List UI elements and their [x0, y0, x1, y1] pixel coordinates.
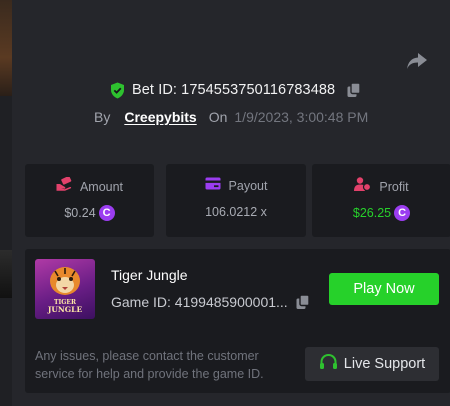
amount-value: $0.24 [64, 206, 96, 220]
live-support-button[interactable]: Live Support [305, 347, 439, 381]
game-card: TIGER JUNGLE Tiger Jungle Game ID: 41994… [25, 249, 450, 393]
play-now-button[interactable]: Play Now [329, 273, 439, 305]
copy-bet-id-icon[interactable] [346, 82, 362, 98]
bet-stats: Amount $0.24 C Payout 106.0212 x Profit … [25, 164, 450, 237]
background-image [0, 250, 12, 298]
user-coin-icon [354, 177, 372, 196]
headset-icon [319, 353, 338, 375]
stat-amount: Amount $0.24 C [25, 164, 154, 237]
verified-shield-icon [110, 82, 125, 99]
game-thumbnail[interactable]: TIGER JUNGLE [35, 259, 95, 319]
stat-payout: Payout 106.0212 x [166, 164, 306, 237]
username-link[interactable]: Creepybits [124, 109, 196, 125]
on-label: On [208, 109, 228, 125]
game-title[interactable]: Tiger Jungle [111, 267, 188, 283]
stat-label: Payout [228, 179, 268, 193]
game-id-row: Game ID: 4199485900001... [111, 294, 311, 310]
share-icon[interactable] [405, 50, 429, 72]
card-icon [205, 177, 221, 195]
bet-id-row: Bet ID: 1754553750116783488 [110, 80, 362, 100]
coin-icon: C [98, 205, 115, 221]
bet-id: Bet ID: 1754553750116783488 [132, 82, 336, 98]
stat-profit: Profit $26.25 C [312, 164, 450, 237]
support-note: Any issues, please contact the customer … [35, 349, 264, 381]
stat-label: Profit [379, 179, 409, 194]
background-page [0, 0, 12, 406]
wallet-hand-icon [56, 176, 72, 196]
profit-value: $26.25 [352, 206, 392, 220]
by-label: By [94, 109, 111, 125]
background-image [0, 0, 12, 96]
coin-icon: C [394, 205, 411, 221]
game-id: Game ID: 4199485900001... [111, 294, 288, 310]
stat-label: Amount [79, 179, 124, 194]
thumb-title-line-2: JUNGLE [47, 305, 83, 314]
payout-value: 106.0212 x [205, 205, 267, 219]
bet-meta-row: By Creepybits On 1/9/2023, 3:00:48 PM [94, 107, 368, 127]
bet-details-modal: Bet ID: 1754553750116783488 By Creepybit… [12, 0, 450, 406]
live-support-label: Live Support [343, 356, 426, 372]
copy-game-id-icon[interactable] [295, 294, 311, 310]
bet-datetime: 1/9/2023, 3:00:48 PM [234, 109, 369, 125]
